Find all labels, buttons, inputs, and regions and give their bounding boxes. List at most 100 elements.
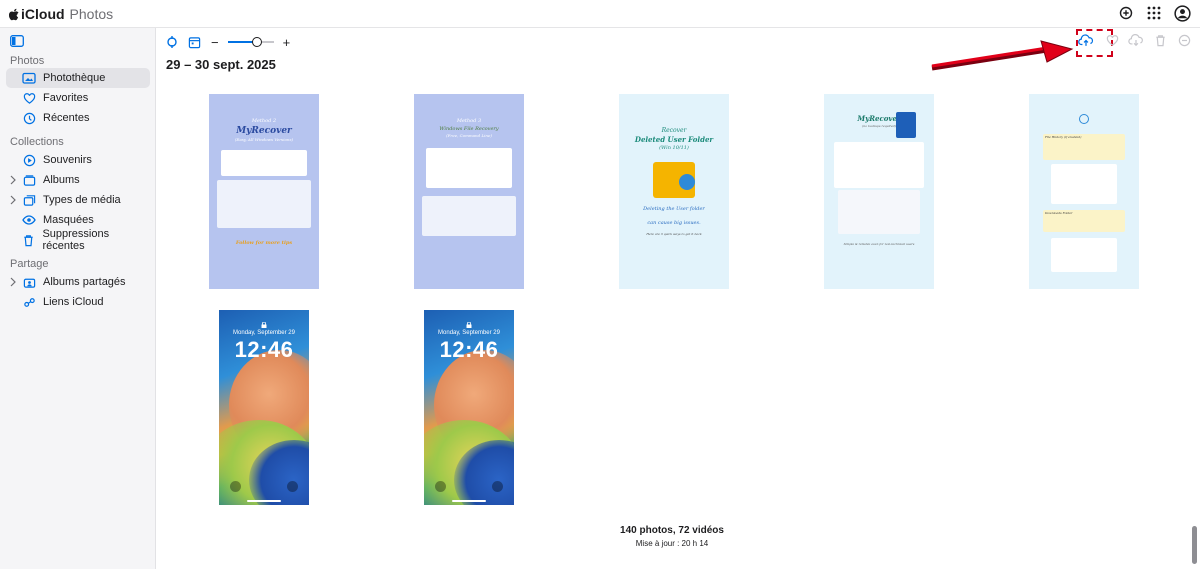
thumb-text: can cause big issues. bbox=[647, 220, 701, 226]
sidebar-item-hidden[interactable]: Masquées bbox=[6, 210, 150, 230]
main-content: − + 29 – 30 sept. 2025 Method 2 MyRecove… bbox=[157, 28, 1200, 569]
delete-icon[interactable] bbox=[1152, 32, 1168, 48]
photo-thumbnail[interactable]: Method 2 MyRecover (Easy, All Windows Ve… bbox=[209, 94, 319, 289]
brand-photos: Photos bbox=[69, 6, 114, 22]
brand-icloud: iCloud bbox=[21, 6, 65, 22]
photo-thumbnail[interactable]: Monday, September 29 12:46 bbox=[424, 310, 514, 505]
sidebar-item-memories[interactable]: Souvenirs bbox=[6, 150, 150, 170]
download-cloud-icon[interactable] bbox=[1128, 32, 1144, 48]
section-title-collections: Collections bbox=[10, 136, 64, 148]
thumb-text: Method 2 bbox=[251, 118, 277, 124]
date-heading: 29 – 30 sept. 2025 bbox=[166, 57, 276, 72]
thumb-text: Method 3 bbox=[456, 118, 482, 124]
section-title-sharing: Partage bbox=[10, 258, 49, 270]
sidebar-item-label: Récentes bbox=[43, 112, 90, 124]
clock-icon bbox=[22, 111, 36, 125]
scrollbar[interactable] bbox=[1192, 526, 1197, 564]
sidebar-item-label: Souvenirs bbox=[43, 154, 92, 166]
photo-thumbnail[interactable]: MyRecover (no backups required) Simple &… bbox=[824, 94, 934, 289]
lock-icon bbox=[466, 322, 472, 328]
flashlight-icon bbox=[435, 481, 446, 492]
zoom-slider-knob[interactable] bbox=[251, 37, 262, 47]
sidebar-item-label: Suppressions récentes bbox=[42, 228, 110, 252]
sidebar-item-favorites[interactable]: Favorites bbox=[6, 88, 150, 108]
thumb-text: Deleting the User folder bbox=[643, 206, 705, 212]
photo-thumbnail[interactable]: Method 3 Windows File Recovery (Free, Co… bbox=[414, 94, 524, 289]
memories-icon bbox=[22, 153, 36, 167]
thumb-text: Follow for more tips bbox=[235, 240, 293, 246]
sidebar: Photos Photothèque Favorites Récentes Co… bbox=[0, 28, 156, 569]
sidebar-item-icloud-links[interactable]: Liens iCloud bbox=[6, 292, 150, 312]
sidebar-item-recent[interactable]: Récentes bbox=[6, 108, 150, 128]
lockscreen-date: Monday, September 29 bbox=[233, 330, 295, 336]
heart-icon bbox=[22, 91, 36, 105]
sidebar-item-shared-albums[interactable]: Albums partagés bbox=[6, 272, 150, 292]
thumb-text: Windows File Recovery bbox=[439, 126, 499, 132]
thumb-text: (Win 10/11) bbox=[659, 145, 689, 151]
thumb-text: File History (if enabled) bbox=[1045, 135, 1082, 139]
library-count: 140 photos, 72 vidéos bbox=[620, 525, 724, 536]
sidebar-item-recently-deleted[interactable]: Suppressions récentes bbox=[6, 228, 150, 252]
thumb-text: (Easy, All Windows Versions) bbox=[234, 137, 294, 142]
trash-icon bbox=[22, 233, 35, 247]
top-bar: iCloud Photos bbox=[0, 0, 1200, 28]
sidebar-item-label: Liens iCloud bbox=[43, 296, 104, 308]
apps-grid-icon[interactable] bbox=[1146, 5, 1162, 21]
last-updated: Mise à jour : 20 h 14 bbox=[635, 539, 709, 548]
zoom-slider[interactable] bbox=[227, 36, 274, 48]
photo-thumbnail[interactable]: Monday, September 29 12:46 bbox=[219, 310, 309, 505]
add-icon[interactable] bbox=[1118, 5, 1134, 21]
thumb-text: Downloads Folder bbox=[1045, 211, 1073, 215]
sidebar-item-label: Photothèque bbox=[43, 72, 106, 84]
apple-logo-icon bbox=[9, 8, 19, 20]
photo-thumbnail[interactable]: Recover Deleted User Folder (Win 10/11) … bbox=[619, 94, 729, 289]
lockscreen-time: 12:46 bbox=[234, 337, 294, 362]
sidebar-item-library[interactable]: Photothèque bbox=[6, 68, 150, 88]
sidebar-item-label: Albums bbox=[43, 174, 80, 186]
thumb-text: Simple & reliable even for non-technical… bbox=[843, 242, 915, 246]
more-icon[interactable] bbox=[1176, 32, 1192, 48]
favorite-icon[interactable] bbox=[1104, 32, 1120, 48]
sidebar-item-label: Types de média bbox=[43, 194, 121, 206]
sidebar-item-label: Albums partagés bbox=[43, 276, 126, 288]
thumb-text: Recover bbox=[661, 127, 687, 134]
view-toolbar: − + bbox=[165, 34, 290, 50]
link-icon bbox=[22, 295, 36, 309]
thumb-text: MyRecover bbox=[857, 114, 901, 123]
sidebar-item-label: Masquées bbox=[43, 214, 94, 226]
sidebar-item-media-types[interactable]: Types de média bbox=[6, 190, 150, 210]
eye-hidden-icon bbox=[22, 213, 36, 227]
chevron-right-icon[interactable] bbox=[9, 277, 17, 287]
flashlight-icon bbox=[230, 481, 241, 492]
upload-cloud-icon[interactable] bbox=[1078, 32, 1094, 48]
calendar-view-icon[interactable] bbox=[188, 35, 202, 49]
thumb-text: Here are 3 quick ways to get it back bbox=[646, 232, 702, 236]
lockscreen-time: 12:46 bbox=[439, 337, 499, 362]
lock-icon bbox=[261, 322, 267, 328]
camera-icon bbox=[492, 481, 503, 492]
camera-icon bbox=[287, 481, 298, 492]
chevron-right-icon[interactable] bbox=[9, 175, 17, 185]
thumb-text: (no backups required) bbox=[862, 124, 896, 128]
sidebar-item-label: Favorites bbox=[43, 92, 89, 104]
shared-album-icon bbox=[22, 275, 36, 289]
photo-thumbnail[interactable]: File History (if enabled) Downloads Fold… bbox=[1029, 94, 1139, 289]
media-types-icon bbox=[22, 193, 36, 207]
sync-scroll-icon[interactable] bbox=[165, 35, 179, 49]
thumb-text: MyRecover bbox=[236, 126, 292, 136]
sidebar-toggle-icon[interactable] bbox=[10, 35, 24, 47]
annotation-arrow bbox=[931, 40, 1074, 71]
chevron-right-icon[interactable] bbox=[9, 195, 17, 205]
library-icon bbox=[22, 71, 36, 85]
zoom-in-button[interactable]: + bbox=[283, 35, 291, 50]
thumb-text: (Free, Command Line) bbox=[446, 133, 492, 138]
lockscreen-date: Monday, September 29 bbox=[438, 330, 500, 336]
thumb-text: Deleted User Folder bbox=[634, 135, 714, 144]
account-icon[interactable] bbox=[1174, 5, 1191, 22]
sidebar-item-albums[interactable]: Albums bbox=[6, 170, 150, 190]
app-brand[interactable]: iCloud Photos bbox=[9, 6, 113, 22]
selection-actions bbox=[1078, 32, 1192, 48]
album-icon bbox=[22, 173, 36, 187]
zoom-out-button[interactable]: − bbox=[211, 35, 219, 50]
section-title-photos: Photos bbox=[10, 55, 45, 67]
